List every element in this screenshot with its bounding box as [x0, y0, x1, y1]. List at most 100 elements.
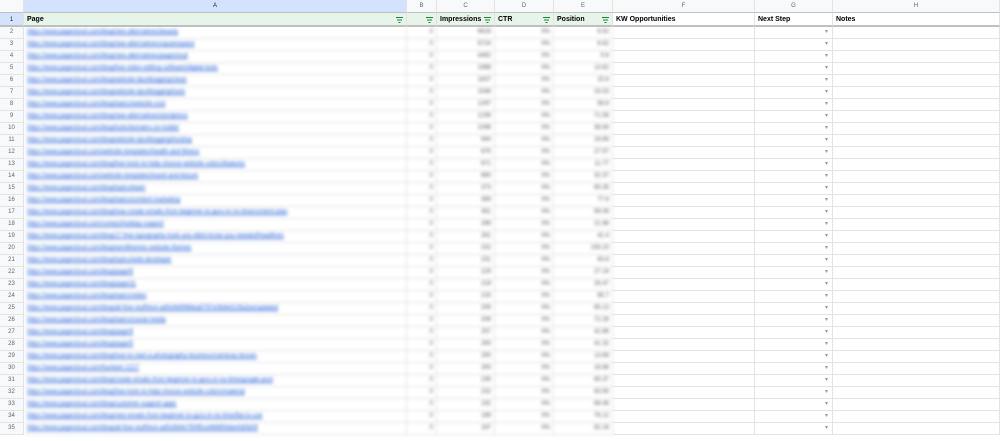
row-number[interactable]: 8	[0, 99, 24, 111]
b-cell[interactable]: 0	[407, 51, 437, 63]
row-number[interactable]: 15	[0, 183, 24, 195]
ctr-cell[interactable]: 0%	[495, 219, 554, 231]
row-number[interactable]: 20	[0, 243, 24, 255]
b-cell[interactable]: 0	[407, 327, 437, 339]
next-step-cell[interactable]: ▾	[755, 387, 833, 399]
ctr-cell[interactable]: 0%	[495, 195, 554, 207]
notes-cell[interactable]	[833, 195, 1000, 207]
ctr-cell[interactable]: 0%	[495, 123, 554, 135]
page-url-cell[interactable]: https://www.pagecloud.com/blog/new-email…	[24, 411, 407, 423]
b-cell[interactable]: 0	[407, 351, 437, 363]
row-number[interactable]: 14	[0, 171, 24, 183]
chevron-down-icon[interactable]: ▾	[825, 281, 828, 287]
kw-cell[interactable]	[613, 147, 755, 159]
kw-cell[interactable]	[613, 291, 755, 303]
page-url-cell[interactable]: https://www.pagecloud.com/blog/topics/so…	[24, 315, 407, 327]
ctr-cell[interactable]: 0%	[495, 99, 554, 111]
impressions-cell[interactable]: 215	[437, 291, 495, 303]
kw-cell[interactable]	[613, 255, 755, 267]
position-cell[interactable]: 65.13	[554, 303, 613, 315]
page-url-cell[interactable]: https://www.pagecloud.com/blog/how-to-st…	[24, 351, 407, 363]
filter-icon[interactable]	[426, 17, 433, 23]
impressions-cell[interactable]: 187	[437, 423, 495, 435]
filter-icon[interactable]	[543, 17, 550, 23]
impressions-cell[interactable]: 940	[437, 135, 495, 147]
filter-icon[interactable]	[396, 17, 403, 23]
next-step-cell[interactable]: ▾	[755, 63, 833, 75]
chevron-down-icon[interactable]: ▾	[825, 329, 828, 335]
page-url-cell[interactable]: https://www.pagecloud.com/blog/topics/vi…	[24, 291, 407, 303]
impressions-cell[interactable]: 257	[437, 327, 495, 339]
b-cell[interactable]: 0	[407, 171, 437, 183]
kw-cell[interactable]	[613, 219, 755, 231]
page-url-cell[interactable]: https://www.pagecloud.com/blog/page/11	[24, 279, 407, 291]
impressions-cell[interactable]: 1297	[437, 99, 495, 111]
page-url-cell[interactable]: https://www.pagecloud.com/blog/wordtheme…	[24, 243, 407, 255]
position-cell[interactable]: 65.7	[554, 291, 613, 303]
b-cell[interactable]: 0	[407, 39, 437, 51]
page-url-cell[interactable]: https://www.pagecloud.com/blog/customer-…	[24, 399, 407, 411]
chevron-down-icon[interactable]: ▾	[825, 197, 828, 203]
impressions-cell[interactable]: 373	[437, 183, 495, 195]
b-cell[interactable]: 0	[407, 219, 437, 231]
col-header-e[interactable]: E	[554, 0, 613, 13]
next-step-cell[interactable]: ▾	[755, 255, 833, 267]
notes-cell[interactable]	[833, 351, 1000, 363]
impressions-cell[interactable]: 206	[437, 315, 495, 327]
header-b[interactable]	[407, 13, 437, 27]
page-url-cell[interactable]: https://www.pagecloud.com/blog/create-em…	[24, 375, 407, 387]
ctr-cell[interactable]: 0%	[495, 75, 554, 87]
position-cell[interactable]: 41.4	[554, 231, 613, 243]
col-header-a[interactable]: A	[24, 0, 407, 13]
row-number[interactable]: 4	[0, 51, 24, 63]
impressions-cell[interactable]: 1548	[437, 87, 495, 99]
header-ctr[interactable]: CTR	[495, 13, 554, 27]
kw-cell[interactable]	[613, 171, 755, 183]
ctr-cell[interactable]: 0%	[495, 375, 554, 387]
ctr-cell[interactable]: 0%	[495, 207, 554, 219]
impressions-cell[interactable]: 232	[437, 387, 495, 399]
row-number[interactable]: 21	[0, 255, 24, 267]
b-cell[interactable]: 0	[407, 231, 437, 243]
kw-cell[interactable]	[613, 207, 755, 219]
kw-cell[interactable]	[613, 339, 755, 351]
kw-cell[interactable]	[613, 123, 755, 135]
impressions-cell[interactable]: 6616	[437, 27, 495, 39]
row-number[interactable]: 35	[0, 423, 24, 435]
notes-cell[interactable]	[833, 183, 1000, 195]
next-step-cell[interactable]: ▾	[755, 279, 833, 291]
impressions-cell[interactable]: 671	[437, 159, 495, 171]
b-cell[interactable]: 0	[407, 111, 437, 123]
notes-cell[interactable]	[833, 387, 1000, 399]
kw-cell[interactable]	[613, 75, 755, 87]
row-number[interactable]: 3	[0, 39, 24, 51]
next-step-cell[interactable]: ▾	[755, 363, 833, 375]
kw-cell[interactable]	[613, 327, 755, 339]
ctr-cell[interactable]: 0%	[495, 39, 554, 51]
next-step-cell[interactable]: ▾	[755, 51, 833, 63]
chevron-down-icon[interactable]: ▾	[825, 89, 828, 95]
chevron-down-icon[interactable]: ▾	[825, 53, 828, 59]
page-url-cell[interactable]: https://www.pagecloud.com/blog/topics/co…	[24, 195, 407, 207]
b-cell[interactable]: 0	[407, 99, 437, 111]
notes-cell[interactable]	[833, 147, 1000, 159]
b-cell[interactable]: 0	[407, 207, 437, 219]
col-header-b[interactable]: B	[407, 0, 437, 13]
kw-cell[interactable]	[613, 303, 755, 315]
page-url-cell[interactable]: https://www.pagecloud.com/blog/all-free-…	[24, 423, 407, 435]
next-step-cell[interactable]: ▾	[755, 27, 833, 39]
chevron-down-icon[interactable]: ▾	[825, 209, 828, 215]
chevron-down-icon[interactable]: ▾	[825, 41, 828, 47]
b-cell[interactable]: 0	[407, 375, 437, 387]
next-step-cell[interactable]: ▾	[755, 39, 833, 51]
impressions-cell[interactable]: 192	[437, 399, 495, 411]
row-number[interactable]: 9	[0, 111, 24, 123]
kw-cell[interactable]	[613, 363, 755, 375]
position-cell[interactable]: 42.86	[554, 327, 613, 339]
next-step-cell[interactable]: ▾	[755, 303, 833, 315]
col-header-h[interactable]: H	[833, 0, 1000, 13]
kw-cell[interactable]	[613, 411, 755, 423]
page-url-cell[interactable]: https://www.pagecloud.com/blog/all-free-…	[24, 303, 407, 315]
b-cell[interactable]: 0	[407, 339, 437, 351]
position-cell[interactable]: 83.55	[554, 387, 613, 399]
